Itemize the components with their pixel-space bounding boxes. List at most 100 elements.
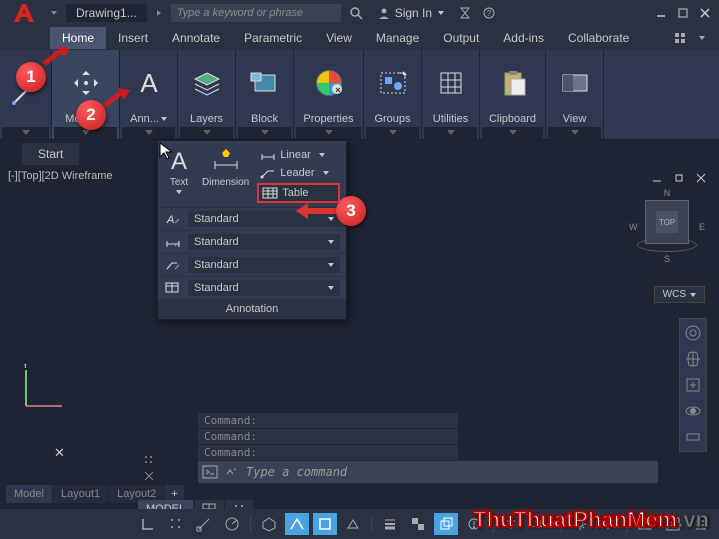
panel-annotation-label: Ann... (130, 113, 159, 125)
viewcube-west: W (629, 222, 638, 232)
vp-minimize-icon[interactable] (649, 170, 665, 186)
help-icon[interactable]: ? (480, 4, 498, 22)
app-logo[interactable] (6, 0, 42, 26)
panel-properties[interactable]: Properties (294, 50, 364, 139)
nav-zoom-icon[interactable] (683, 375, 703, 395)
watermark: ThuThuatPhanMem.vn (473, 507, 709, 533)
callout-3-arrow (296, 200, 340, 222)
command-input-row[interactable]: Type a command (198, 461, 658, 483)
command-history-line: Command: (198, 413, 458, 428)
tab-annotate[interactable]: Annotate (160, 27, 232, 49)
panel-utilities[interactable]: Utilities (422, 50, 480, 139)
text-a-icon[interactable]: A (131, 65, 167, 101)
flyout-title: Annotation (158, 299, 346, 319)
tab-model[interactable]: Model (6, 485, 53, 503)
svg-text:Y: Y (22, 364, 29, 371)
panel-layers[interactable]: Layers (178, 50, 236, 139)
panel-block-label: Block (251, 113, 278, 125)
ribbon-minimize-icon[interactable] (693, 29, 711, 47)
cmd-close-icon[interactable] (140, 469, 158, 483)
nav-wheel-icon[interactable] (683, 323, 703, 343)
block-icon[interactable] (247, 65, 283, 101)
ucs-icon[interactable]: Y (18, 364, 68, 417)
title-bar: Drawing1... Type a keyword or phrase Sig… (0, 0, 719, 26)
command-input[interactable]: Type a command (240, 463, 656, 481)
dimstyle-icon (164, 235, 182, 249)
svg-text:?: ? (487, 9, 492, 18)
panel-block[interactable]: Block (236, 50, 294, 139)
tab-view[interactable]: View (314, 27, 364, 49)
qat-dropdown-icon[interactable] (48, 7, 60, 19)
table-icon (262, 187, 278, 199)
wcs-selector[interactable]: WCS (654, 286, 705, 303)
leader-icon (260, 167, 276, 179)
command-handle[interactable] (140, 453, 158, 483)
vp-close-icon[interactable] (693, 170, 709, 186)
document-tab[interactable]: Drawing1... (66, 4, 147, 22)
tab-insert[interactable]: Insert (106, 27, 160, 49)
layers-icon[interactable] (189, 65, 225, 101)
sb-iso-icon[interactable] (257, 513, 281, 535)
flyout-mleaderstyle-row[interactable]: Standard (158, 253, 346, 276)
maximize-button[interactable] (675, 5, 691, 21)
ucs-x-label: ✕ (54, 445, 65, 461)
minimize-button[interactable] (653, 5, 669, 21)
tab-addins[interactable]: Add-ins (491, 27, 556, 49)
properties-icon[interactable] (311, 65, 347, 101)
annotation-flyout-panel: A Text Dimension Linear Leader Table A S… (157, 140, 347, 320)
viewcube-south: S (664, 254, 670, 264)
view-icon[interactable] (557, 65, 593, 101)
flyout-dimstyle-row[interactable]: Standard (158, 230, 346, 253)
sign-in-button[interactable]: Sign In (371, 6, 450, 20)
tab-output[interactable]: Output (431, 27, 491, 49)
sb-osnap-icon[interactable] (313, 513, 337, 535)
flyout-linear-button[interactable]: Linear (257, 147, 340, 163)
panel-properties-label: Properties (303, 113, 353, 125)
command-area: Command: Command: Command: Type a comman… (198, 413, 599, 483)
groups-icon[interactable] (375, 65, 411, 101)
command-customize-icon[interactable] (220, 463, 240, 481)
vp-restore-icon[interactable] (671, 170, 687, 186)
tab-manage[interactable]: Manage (364, 27, 431, 49)
sb-polar-icon[interactable] (220, 513, 244, 535)
viewport-label[interactable]: [-][Top][2D Wireframe (8, 170, 113, 182)
tab-collaborate[interactable]: Collaborate (556, 27, 641, 49)
nav-expand-icon[interactable] (683, 427, 703, 447)
move-icon[interactable] (68, 65, 104, 101)
panel-view[interactable]: View (546, 50, 604, 139)
tab-parametric[interactable]: Parametric (232, 27, 314, 49)
flyout-dimension-button[interactable]: Dimension (202, 145, 249, 188)
flyout-leader-button[interactable]: Leader (257, 165, 340, 181)
doc-menu-icon[interactable] (153, 7, 165, 19)
nav-orbit-icon[interactable] (683, 401, 703, 421)
sb-cycling-icon[interactable] (434, 513, 458, 535)
help-search-input[interactable]: Type a keyword or phrase (171, 4, 341, 22)
sb-lwt-icon[interactable] (378, 513, 402, 535)
clipboard-icon[interactable] (495, 65, 531, 101)
command-history-line: Command: (198, 429, 458, 444)
sb-infer-icon[interactable] (192, 513, 216, 535)
viewcube-face[interactable]: TOP (645, 200, 689, 244)
search-icon[interactable] (347, 4, 365, 22)
viewcube-east: E (699, 222, 705, 232)
utilities-icon[interactable] (433, 65, 469, 101)
nav-pan-icon[interactable] (683, 349, 703, 369)
featured-apps-icon[interactable] (671, 29, 689, 47)
tab-layout1[interactable]: Layout1 (53, 485, 109, 503)
panel-clipboard[interactable]: Clipboard (480, 50, 546, 139)
panel-groups[interactable]: Groups (364, 50, 422, 139)
sb-dots-icon[interactable] (164, 513, 188, 535)
sb-dyninput-icon[interactable] (285, 513, 309, 535)
flyout-tablestyle-row[interactable]: Standard (158, 276, 346, 299)
viewcube[interactable]: N W E TOP S (629, 188, 705, 278)
callout-1-arrow (40, 46, 70, 68)
sb-otrack-icon[interactable] (341, 513, 365, 535)
start-tab[interactable]: Start (22, 143, 79, 165)
sb-transparency-icon[interactable] (406, 513, 430, 535)
close-button[interactable] (697, 5, 713, 21)
textstyle-icon: A (164, 212, 182, 226)
command-history-line: Command: (198, 445, 458, 460)
sb-ortho-icon[interactable] (136, 513, 160, 535)
cmd-grip-icon[interactable] (140, 453, 158, 467)
exchange-icon[interactable] (456, 4, 474, 22)
